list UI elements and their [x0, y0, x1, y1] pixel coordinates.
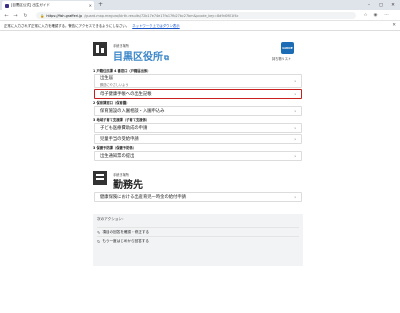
close-tab-icon[interactable]: ✕	[89, 3, 92, 8]
list-item-birth-report[interactable]: 出生届 郵送にやさしいよう ›	[94, 74, 302, 88]
section-3: 3 保健予防課（保健予防係） 出生通知票の提出 ›	[88, 145, 308, 161]
action-label: もう一度はじめから回答する	[102, 238, 149, 243]
tab-title: [目黒区公式] 出生ガイド	[11, 3, 50, 7]
browser-tab-bar: [目黒区公式] 出生ガイド ✕ + – ▢ ✕	[0, 0, 400, 10]
actions-title: 次のアクション：	[97, 217, 126, 221]
edit-answers-link[interactable]: ✎ 項目の回答を確認・修正する	[97, 227, 299, 236]
list-item-childbirth-lump-sum[interactable]: 健康保険における出産育児一時金の給付申請 ›	[94, 192, 302, 202]
list-item-birth-notice[interactable]: 出生通知票の提出 ›	[94, 151, 302, 161]
site-favicon-icon	[5, 3, 9, 8]
chevron-right-icon: ›	[294, 125, 296, 131]
workplace-name: 勤務先	[113, 180, 143, 191]
item-label: 子ども医療費助成の申請	[100, 126, 148, 131]
back-icon[interactable]: ←	[3, 12, 10, 19]
favorites-icon[interactable]: ☆	[362, 12, 369, 19]
page-content: 手続き場所 目黒区役所⧉ GUIDE 持ち物リスト 1 戸籍住民課 4 番窓口（…	[88, 38, 308, 266]
item-label: 健康保険における出産育児一時金の給付申請	[100, 195, 186, 200]
building-icon	[93, 42, 107, 56]
action-label: 項目の回答を確認・修正する	[102, 229, 150, 234]
url-field[interactable]: 🔒 https://fish.grafferi.jp /guard-map.me…	[36, 12, 356, 19]
workplace-header: 手続き場所 勤務先	[88, 165, 308, 191]
guide-icon[interactable]: GUIDE	[281, 42, 294, 54]
minimize-icon[interactable]: –	[364, 0, 374, 10]
item-label: 出生通知票の提出	[100, 154, 135, 159]
chevron-right-icon: ›	[294, 194, 296, 200]
external-link-icon: ⧉	[164, 54, 169, 62]
list-item-child-medical-subsidy[interactable]: 子ども医療費助成の申請 ›	[94, 123, 302, 133]
close-window-icon[interactable]: ✕	[388, 0, 398, 10]
edit-icon: ✎	[97, 229, 101, 235]
forward-icon[interactable]: →	[12, 12, 19, 19]
chevron-right-icon: ›	[294, 108, 296, 114]
chevron-right-icon: ›	[294, 153, 296, 159]
item-label: 保育施設の入園相談・入園申込み	[100, 109, 165, 114]
section-0: 1 戸籍住民課 4 番窓口（戸籍届出係） 出生届 郵送にやさしいよう › 母子健…	[88, 68, 308, 99]
office-name: 目黒区役所	[113, 52, 163, 63]
info-bar-text: 正常に入力されず正常に入力を確認する。警告にアクセスできるようにしなさい。	[4, 24, 130, 28]
item-sub-label: 郵送にやさしいよう	[100, 83, 129, 87]
info-bar-link[interactable]: ネットワーク上ではダウン表示	[132, 23, 179, 28]
lock-icon: 🔒	[40, 13, 45, 18]
url-path: /guard-map.meguro/birth-results/72b17e74…	[84, 13, 239, 18]
menu-icon[interactable]: ⋯	[383, 12, 390, 19]
list-item-nursery-application[interactable]: 保育施設の入園相談・入園申込み ›	[94, 106, 302, 116]
list-item-mother-child-handbook[interactable]: 母子健康手帳への出生記帳 ›	[94, 89, 302, 99]
reload-icon[interactable]: ↻	[22, 12, 29, 19]
item-label: 母子健康手帳への出生記帳	[100, 92, 152, 97]
restart-link[interactable]: ↻ もう一度はじめから回答する	[97, 236, 299, 245]
info-bar-close-icon[interactable]: ✕	[392, 23, 396, 28]
maximize-icon[interactable]: ▢	[376, 0, 386, 10]
section-1: 2 保育課窓口（保育園） 保育施設の入園相談・入園申込み ›	[88, 100, 308, 116]
chevron-right-icon: ›	[294, 91, 296, 97]
next-actions-panel: 次のアクション： ✎ 項目の回答を確認・修正する ↻ もう一度はじめから回答する	[93, 214, 303, 266]
address-bar: ← → ↻ 🔒 https://fish.grafferi.jp /guard-…	[0, 10, 400, 21]
office-building-icon	[93, 171, 107, 185]
office-name-link[interactable]: 目黒区役所⧉	[113, 48, 169, 63]
item-label: 児童手当の受給申請	[100, 137, 139, 142]
list-item-child-allowance[interactable]: 児童手当の受給申請 ›	[94, 134, 302, 144]
section-2: 3 地域子育て支援課（子育て支援係） 子ども医療費助成の申請 › 児童手当の受給…	[88, 117, 308, 144]
chevron-right-icon: ›	[294, 136, 296, 142]
guide-label[interactable]: 持ち物リスト	[272, 56, 291, 61]
info-bar: 正常に入力されず正常に入力を確認する。警告にアクセスできるようにしなさい。 ネッ…	[0, 21, 400, 31]
new-tab-icon[interactable]: +	[98, 1, 103, 9]
refresh-icon: ↻	[97, 238, 101, 244]
profile-icon[interactable]: ◉	[372, 12, 379, 19]
chevron-right-icon: ›	[294, 78, 296, 84]
item-label: 出生届	[100, 76, 113, 81]
office-header: 手続き場所 目黒区役所⧉ GUIDE 持ち物リスト	[88, 38, 308, 68]
browser-tab[interactable]: [目黒区公式] 出生ガイド ✕	[2, 1, 94, 10]
url-host: https://fish.grafferi.jp	[46, 13, 83, 18]
